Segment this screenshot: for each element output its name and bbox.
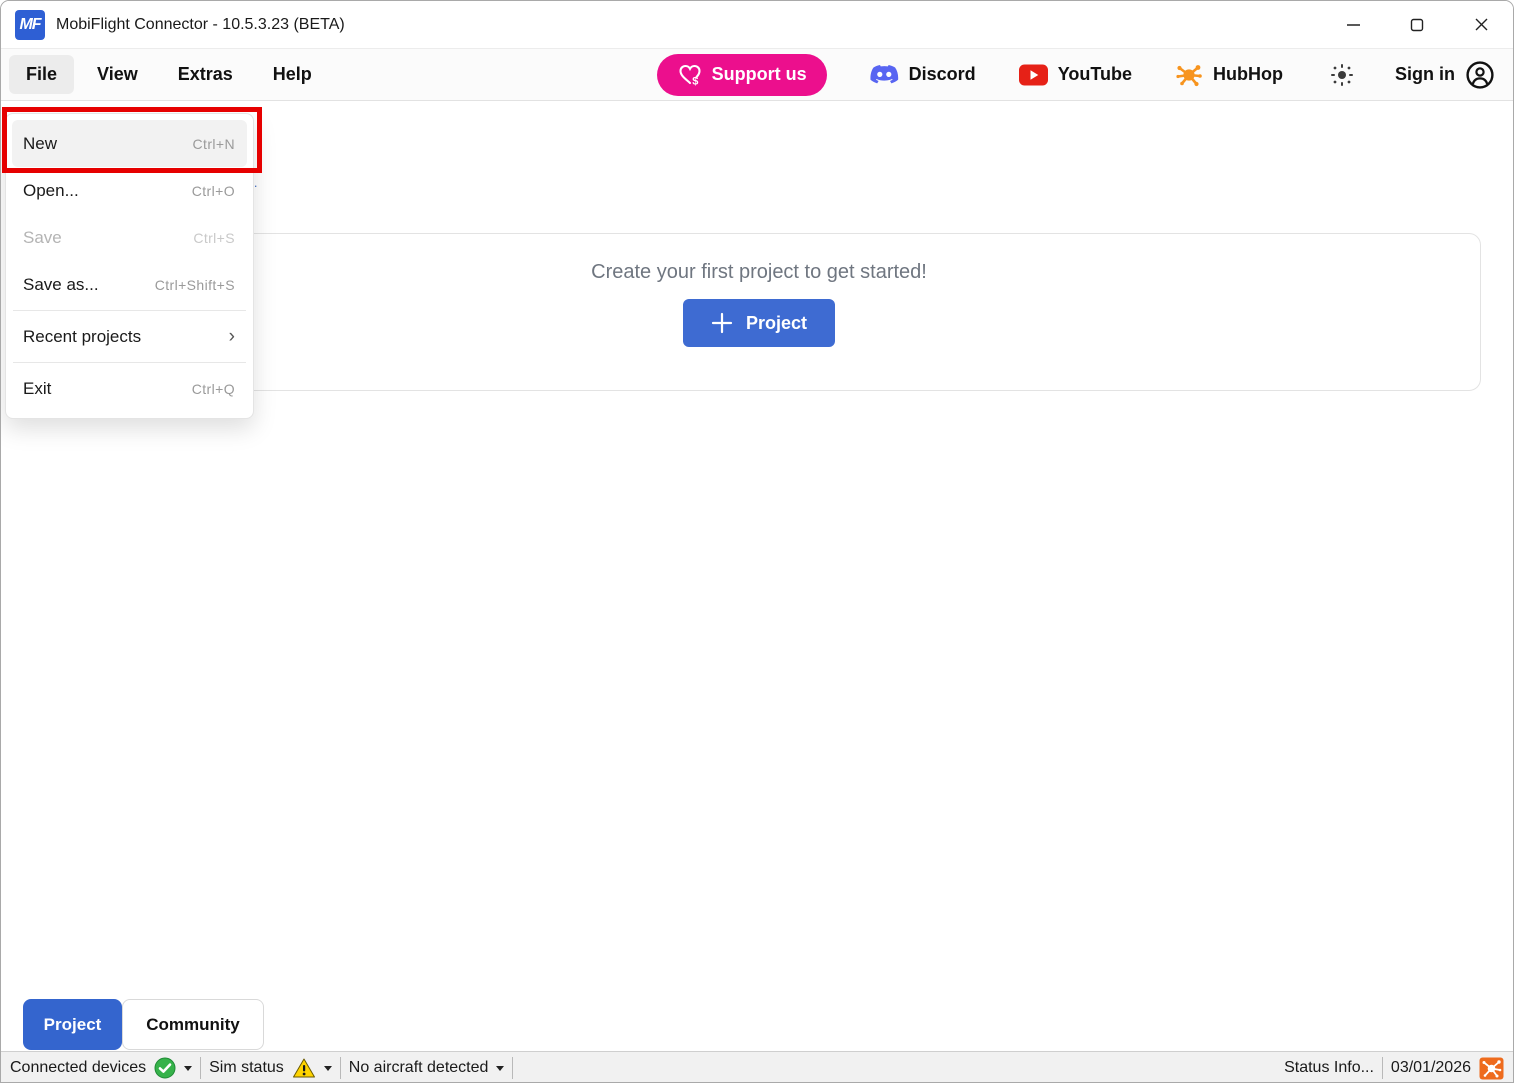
file-menu-exit[interactable]: Exit Ctrl+Q xyxy=(12,365,247,412)
dropdown-caret-icon xyxy=(324,1066,332,1071)
statusbar-separator xyxy=(200,1057,201,1079)
status-bar: Connected devices Sim status xyxy=(1,1051,1513,1083)
discord-label: Discord xyxy=(909,64,976,85)
warning-triangle-icon xyxy=(292,1057,316,1079)
youtube-label: YouTube xyxy=(1058,64,1132,85)
file-menu-save-as-label: Save as... xyxy=(23,275,99,295)
plus-icon xyxy=(711,312,733,334)
menu-help[interactable]: Help xyxy=(256,55,329,94)
window-controls xyxy=(1321,1,1513,48)
file-menu-recent-projects-label: Recent projects xyxy=(23,327,141,347)
hubhop-label: HubHop xyxy=(1213,64,1283,85)
hubhop-splat-icon xyxy=(1174,61,1204,89)
file-dropdown-menu: New Ctrl+N Open... Ctrl+O Save Ctrl+S Sa… xyxy=(5,113,254,419)
user-avatar-icon xyxy=(1465,60,1495,90)
menu-separator xyxy=(13,310,246,311)
file-menu-open[interactable]: Open... Ctrl+O xyxy=(12,167,247,214)
heart-dollar-icon: $ xyxy=(677,63,703,87)
file-menu-exit-shortcut: Ctrl+Q xyxy=(192,381,235,397)
file-menu-save-shortcut: Ctrl+S xyxy=(193,230,235,246)
aircraft-status[interactable]: No aircraft detected xyxy=(349,1059,505,1077)
sim-status-label: Sim status xyxy=(209,1059,284,1077)
empty-state-text: Create your first project to get started… xyxy=(38,261,1480,284)
file-menu-new-label: New xyxy=(23,134,57,154)
sim-connection-splat-icon xyxy=(1479,1057,1504,1080)
hubhop-link[interactable]: HubHop xyxy=(1174,61,1283,89)
menu-file[interactable]: File xyxy=(9,55,74,94)
sign-in-label: Sign in xyxy=(1395,64,1455,85)
file-menu-save-as[interactable]: Save as... Ctrl+Shift+S xyxy=(12,261,247,308)
new-project-button-label: Project xyxy=(746,313,807,334)
file-menu-new-shortcut: Ctrl+N xyxy=(193,136,235,152)
aircraft-status-label: No aircraft detected xyxy=(349,1059,489,1077)
app-logo-icon: MF xyxy=(15,10,45,40)
success-check-icon xyxy=(154,1057,176,1079)
submenu-chevron-icon: › xyxy=(229,327,235,346)
connected-devices-label: Connected devices xyxy=(10,1059,146,1077)
bottom-tabs: Project Community xyxy=(23,999,264,1050)
status-info-link[interactable]: Status Info... xyxy=(1284,1059,1374,1077)
file-menu-open-label: Open... xyxy=(23,181,79,201)
menu-view[interactable]: View xyxy=(80,55,155,94)
file-menu-exit-label: Exit xyxy=(23,379,51,399)
youtube-icon xyxy=(1018,64,1049,86)
dropdown-caret-icon xyxy=(184,1066,192,1071)
file-menu-save-label: Save xyxy=(23,228,62,248)
statusbar-separator xyxy=(1382,1057,1383,1079)
brightness-sun-icon xyxy=(1329,62,1355,88)
dropdown-caret-icon xyxy=(496,1066,504,1071)
menu-bar: File View Extras Help $ Support us D xyxy=(1,48,1513,101)
new-project-button[interactable]: Project xyxy=(683,299,835,347)
sim-date: 03/01/2026 xyxy=(1391,1057,1504,1080)
youtube-link[interactable]: YouTube xyxy=(1018,64,1132,86)
discord-link[interactable]: Discord xyxy=(869,62,976,87)
window-title: MobiFlight Connector - 10.5.3.23 (BETA) xyxy=(56,16,345,34)
tab-community[interactable]: Community xyxy=(122,999,264,1050)
statusbar-separator xyxy=(512,1057,513,1079)
app-window: MF MobiFlight Connector - 10.5.3.23 (BET… xyxy=(0,0,1514,1083)
theme-toggle[interactable] xyxy=(1329,62,1355,88)
sim-date-label: 03/01/2026 xyxy=(1391,1059,1471,1077)
maximize-button[interactable] xyxy=(1385,1,1449,48)
svg-text:$: $ xyxy=(692,75,698,87)
main-content: i. Create your first project to get star… xyxy=(1,101,1513,1051)
support-us-label: Support us xyxy=(712,64,807,85)
file-menu-save-as-shortcut: Ctrl+Shift+S xyxy=(155,277,235,293)
file-menu-open-shortcut: Ctrl+O xyxy=(192,183,235,199)
sign-in-button[interactable]: Sign in xyxy=(1395,60,1495,90)
tab-project[interactable]: Project xyxy=(23,999,122,1050)
statusbar-separator xyxy=(340,1057,341,1079)
menu-extras[interactable]: Extras xyxy=(161,55,250,94)
connected-devices-status[interactable]: Connected devices xyxy=(10,1057,192,1079)
minimize-button[interactable] xyxy=(1321,1,1385,48)
title-bar: MF MobiFlight Connector - 10.5.3.23 (BET… xyxy=(1,1,1513,48)
discord-icon xyxy=(869,62,900,87)
status-info-label: Status Info... xyxy=(1284,1059,1374,1077)
close-button[interactable] xyxy=(1449,1,1513,48)
file-menu-save: Save Ctrl+S xyxy=(12,214,247,261)
file-menu-new[interactable]: New Ctrl+N xyxy=(12,120,247,167)
file-menu-recent-projects[interactable]: Recent projects › xyxy=(12,313,247,360)
sim-status[interactable]: Sim status xyxy=(209,1057,332,1079)
menu-separator xyxy=(13,362,246,363)
support-us-button[interactable]: $ Support us xyxy=(657,54,827,96)
